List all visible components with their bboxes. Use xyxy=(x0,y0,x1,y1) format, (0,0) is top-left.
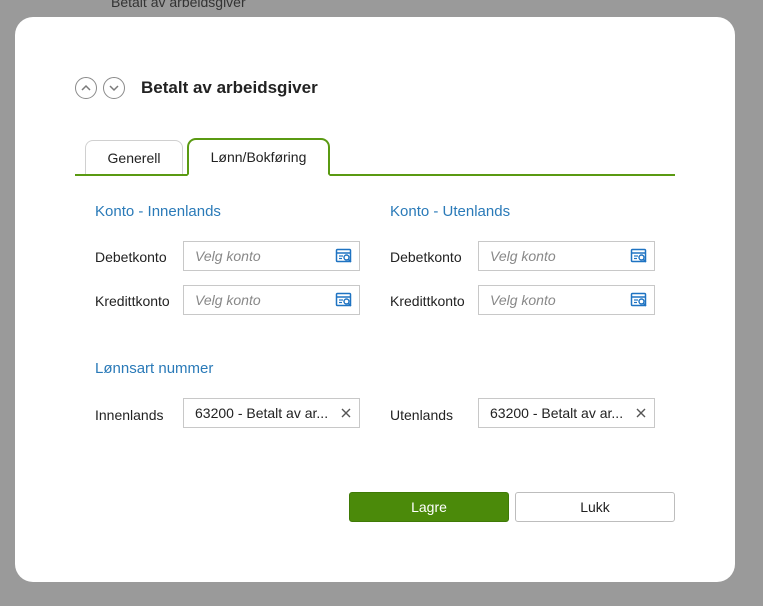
lonnsart-innenlands-field[interactable]: 63200 - Betalt av ar... xyxy=(183,398,360,428)
next-record-button[interactable] xyxy=(103,77,125,99)
tab-generell[interactable]: Generell xyxy=(85,140,183,174)
chevron-down-icon xyxy=(109,85,119,92)
lonnsart-utenlands-value: 63200 - Betalt av ar... xyxy=(490,405,624,421)
kredittkonto-innenlands-placeholder: Velg konto xyxy=(195,292,261,308)
kredittkonto-utenlands-label: Kredittkonto xyxy=(390,293,465,309)
account-lookup-icon[interactable] xyxy=(630,291,648,309)
lonnsart-innenlands-value: 63200 - Betalt av ar... xyxy=(195,405,329,421)
section-title-konto-innenlands: Konto - Innenlands xyxy=(95,203,221,220)
section-title-konto-utenlands: Konto - Utenlands xyxy=(390,203,511,220)
tab-bar: Generell Lønn/Bokføring xyxy=(75,138,675,176)
clear-icon[interactable] xyxy=(339,406,353,420)
debetkonto-utenlands-placeholder: Velg konto xyxy=(490,248,556,264)
dialog-header: Betalt av arbeidsgiver xyxy=(75,77,318,99)
debetkonto-utenlands-field[interactable]: Velg konto xyxy=(478,241,655,271)
kredittkonto-utenlands-field[interactable]: Velg konto xyxy=(478,285,655,315)
save-button[interactable]: Lagre xyxy=(349,492,509,522)
kredittkonto-utenlands-placeholder: Velg konto xyxy=(490,292,556,308)
debetkonto-innenlands-placeholder: Velg konto xyxy=(195,248,261,264)
account-lookup-icon[interactable] xyxy=(630,247,648,265)
tab-lonn-bokforing[interactable]: Lønn/Bokføring xyxy=(187,138,330,176)
lonnsart-utenlands-field[interactable]: 63200 - Betalt av ar... xyxy=(478,398,655,428)
innenlands-label: Innenlands xyxy=(95,407,164,423)
dialog-title: Betalt av arbeidsgiver xyxy=(141,78,318,97)
debetkonto-utenlands-label: Debetkonto xyxy=(390,249,462,265)
close-button[interactable]: Lukk xyxy=(515,492,675,522)
section-title-lonnsart: Lønnsart nummer xyxy=(95,360,214,377)
previous-record-button[interactable] xyxy=(75,77,97,99)
dialog: Betalt av arbeidsgiver Generell Lønn/Bok… xyxy=(15,17,735,582)
clear-icon[interactable] xyxy=(634,406,648,420)
chevron-up-icon xyxy=(81,84,91,91)
kredittkonto-innenlands-field[interactable]: Velg konto xyxy=(183,285,360,315)
account-lookup-icon[interactable] xyxy=(335,291,353,309)
debetkonto-innenlands-field[interactable]: Velg konto xyxy=(183,241,360,271)
debetkonto-innenlands-label: Debetkonto xyxy=(95,249,167,265)
kredittkonto-innenlands-label: Kredittkonto xyxy=(95,293,170,309)
tab-baseline xyxy=(75,174,675,176)
utenlands-label: Utenlands xyxy=(390,407,454,423)
background-text: Betalt av arbeidsgiver xyxy=(111,0,246,10)
account-lookup-icon[interactable] xyxy=(335,247,353,265)
